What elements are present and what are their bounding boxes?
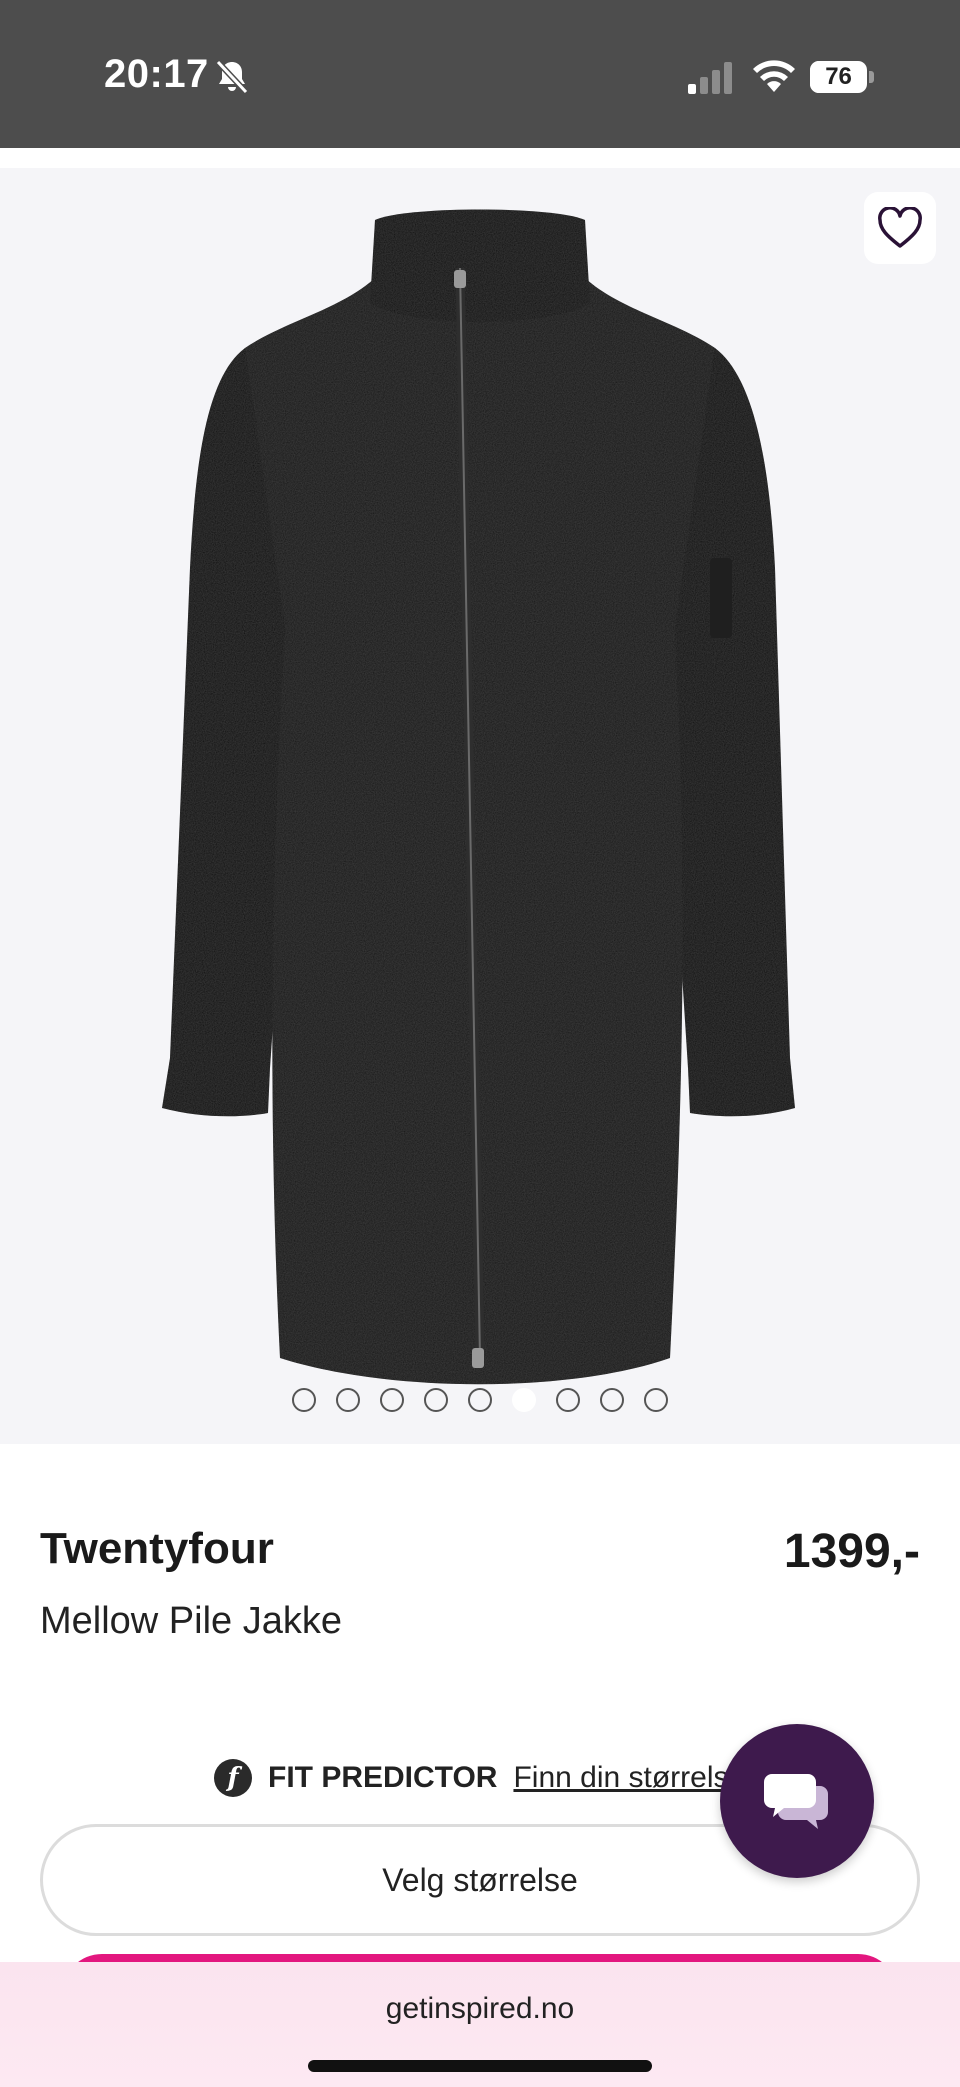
- product-image-carousel[interactable]: [0, 168, 960, 1444]
- product-name: Mellow Pile Jakke: [40, 1600, 342, 1642]
- find-size-link[interactable]: Finn din størrelse: [513, 1761, 745, 1795]
- url-text[interactable]: getinspired.no: [0, 1992, 960, 2026]
- carousel-dot[interactable]: [424, 1388, 448, 1412]
- battery-icon: 76: [810, 60, 874, 94]
- wifi-icon: [753, 60, 795, 92]
- carousel-dot[interactable]: [468, 1388, 492, 1412]
- favorite-button[interactable]: [864, 192, 936, 264]
- product-price: 1399,-: [783, 1525, 920, 1578]
- carousel-dot[interactable]: [380, 1388, 404, 1412]
- carousel-pagination: [0, 1388, 960, 1420]
- carousel-dot[interactable]: [512, 1388, 536, 1412]
- home-indicator: [308, 2060, 652, 2072]
- chat-bubbles-icon: [764, 1774, 828, 1829]
- battery-level-text: 76: [825, 63, 852, 90]
- product-image: [162, 209, 795, 1385]
- fit-predictor-label: FIT PREDICTOR: [268, 1761, 498, 1794]
- fit-predictor[interactable]: f FIT PREDICTOR Finn din størrelse: [214, 1756, 745, 1800]
- signal-icon: [688, 62, 732, 94]
- heart-outline-icon: [878, 207, 922, 248]
- carousel-dot[interactable]: [644, 1388, 668, 1412]
- bell-slash-icon: [215, 59, 249, 95]
- product-brand: Twentyfour: [40, 1524, 274, 1573]
- carousel-dot[interactable]: [292, 1388, 316, 1412]
- status-time: 20:17: [104, 52, 209, 96]
- carousel-dot[interactable]: [600, 1388, 624, 1412]
- carousel-dot[interactable]: [556, 1388, 580, 1412]
- carousel-dot[interactable]: [336, 1388, 360, 1412]
- status-bar: 20:17 76: [0, 0, 960, 148]
- fit-predictor-logo-icon: f: [214, 1759, 252, 1797]
- browser-address-bar[interactable]: getinspired.no: [0, 1962, 960, 2087]
- chat-button[interactable]: [720, 1724, 874, 1878]
